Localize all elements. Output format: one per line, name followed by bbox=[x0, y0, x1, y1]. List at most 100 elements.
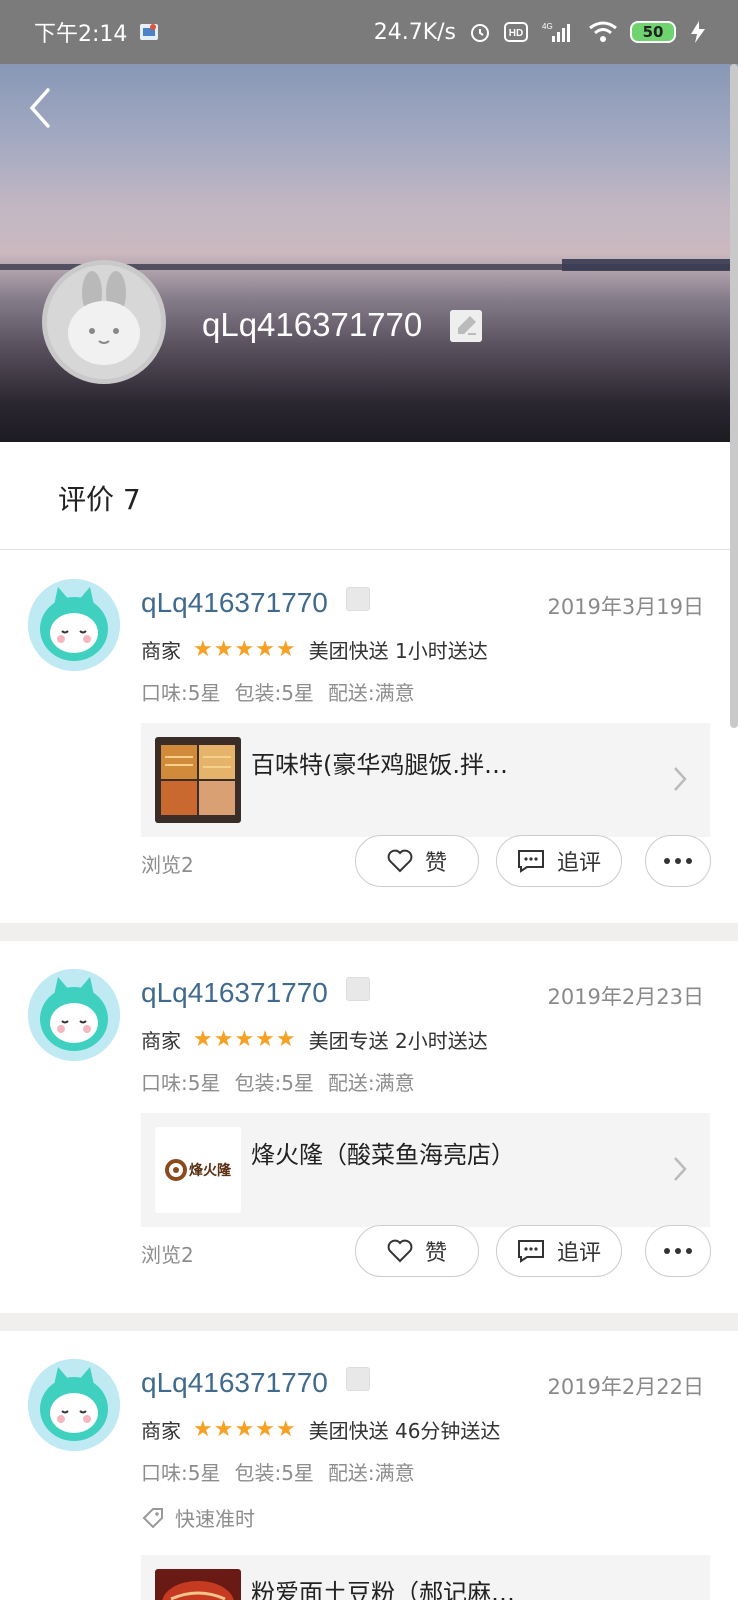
score-delivery: 配送:满意 bbox=[327, 1461, 415, 1485]
score-packaging: 包装:5星 bbox=[234, 1461, 314, 1485]
tag-label: 快速准时 bbox=[175, 1507, 255, 1531]
review-card: qLq416371770 2019年3月19日 商家 ★★★★★ 美团快送 1小… bbox=[0, 551, 738, 923]
reviewer-avatar[interactable] bbox=[28, 969, 120, 1061]
review-date: 2019年3月19日 bbox=[547, 595, 704, 619]
signal-4g-icon: 4G bbox=[540, 20, 576, 44]
like-button[interactable]: 赞 bbox=[355, 1225, 479, 1277]
edit-icon bbox=[346, 1367, 370, 1391]
comment-icon bbox=[517, 1240, 544, 1263]
delivery-info: 美团快送 1小时送达 bbox=[308, 639, 488, 663]
battery-indicator: 50 bbox=[630, 21, 676, 43]
star-rating: ★★★★★ bbox=[193, 1417, 297, 1442]
merchant-label: 商家 bbox=[141, 639, 181, 663]
review-card: qLq416371770 2019年2月22日 商家 ★★★★★ 美团快送 46… bbox=[0, 1331, 738, 1600]
reviewer-avatar[interactable] bbox=[28, 579, 120, 671]
review-date: 2019年2月23日 bbox=[547, 985, 704, 1009]
profile-username: qLq416371770 bbox=[202, 306, 423, 343]
network-speed: 24.7K/s bbox=[373, 19, 456, 45]
app-notification-icon bbox=[139, 22, 159, 42]
review-card: qLq416371770 2019年2月23日 商家 ★★★★★ 美团专送 2小… bbox=[0, 941, 738, 1313]
score-delivery: 配送:满意 bbox=[327, 681, 415, 705]
like-label: 赞 bbox=[424, 1241, 447, 1266]
view-count: 浏览2 bbox=[141, 853, 194, 877]
shop-card[interactable]: 烽火隆 烽火隆（酸菜鱼海亮店） bbox=[141, 1113, 710, 1227]
followup-label: 追评 bbox=[556, 851, 601, 876]
back-button[interactable] bbox=[24, 84, 64, 132]
reviews-count-title: 评价 7 bbox=[58, 483, 141, 516]
comment-icon bbox=[517, 850, 544, 873]
star-rating: ★★★★★ bbox=[193, 637, 297, 662]
score-packaging: 包装:5星 bbox=[234, 1071, 314, 1095]
alarm-icon bbox=[468, 20, 492, 44]
reviewer-name[interactable]: qLq416371770 bbox=[141, 977, 328, 1009]
score-row: 口味:5星 包装:5星 配送:满意 bbox=[141, 1067, 415, 1096]
followup-button[interactable]: 追评 bbox=[496, 1225, 622, 1277]
followup-button[interactable]: 追评 bbox=[496, 835, 622, 887]
food-box-icon bbox=[155, 737, 241, 823]
hero-pier bbox=[562, 259, 738, 271]
heart-icon bbox=[387, 1239, 413, 1263]
heart-icon bbox=[387, 849, 413, 873]
delivery-info: 美团专送 2小时送达 bbox=[308, 1029, 488, 1053]
shop-logo-text: 烽火隆 bbox=[189, 1163, 231, 1179]
score-delivery: 配送:满意 bbox=[327, 1071, 415, 1095]
chevron-right-icon bbox=[674, 767, 687, 791]
merchant-rating-row: 商家 ★★★★★ 美团专送 2小时送达 bbox=[141, 1025, 488, 1054]
noodle-bowl-icon bbox=[155, 1569, 241, 1600]
more-button[interactable] bbox=[645, 1225, 711, 1277]
shop-name: 烽火隆（酸菜鱼海亮店） bbox=[251, 1141, 515, 1169]
profile-header: qLq416371770 bbox=[0, 64, 738, 442]
reviewer-avatar[interactable] bbox=[28, 1359, 120, 1451]
reviewer-name[interactable]: qLq416371770 bbox=[141, 587, 328, 619]
score-packaging: 包装:5星 bbox=[234, 681, 314, 705]
card-divider bbox=[0, 1313, 738, 1331]
merchant-rating-row: 商家 ★★★★★ 美团快送 1小时送达 bbox=[141, 635, 488, 664]
like-button[interactable]: 赞 bbox=[355, 835, 479, 887]
shop-thumbnail: 烽火隆 bbox=[155, 1127, 241, 1213]
shop-thumbnail bbox=[155, 737, 241, 823]
view-count: 浏览2 bbox=[141, 1243, 194, 1267]
mascot-avatar-icon bbox=[28, 969, 120, 1061]
review-tag: 快速准时 bbox=[141, 1503, 255, 1532]
shop-name: 百味特(豪华鸡腿饭.拌… bbox=[251, 751, 508, 779]
score-row: 口味:5星 包装:5星 配送:满意 bbox=[141, 1457, 415, 1486]
merchant-rating-row: 商家 ★★★★★ 美团快送 46分钟送达 bbox=[141, 1415, 500, 1444]
mascot-avatar-icon bbox=[28, 579, 120, 671]
reviews-header: 评价 7 bbox=[0, 442, 738, 550]
svg-text:4G: 4G bbox=[542, 22, 553, 31]
status-bar: 下午2:14 24.7K/s HD 4G 50 bbox=[0, 0, 738, 64]
svg-text:HD: HD bbox=[509, 28, 523, 39]
charging-icon bbox=[688, 20, 708, 44]
mascot-avatar-icon bbox=[28, 1359, 120, 1451]
scrollbar[interactable] bbox=[730, 64, 738, 728]
edit-icon[interactable] bbox=[450, 310, 482, 342]
score-taste: 口味:5星 bbox=[141, 1071, 221, 1095]
star-rating: ★★★★★ bbox=[193, 1027, 297, 1052]
status-time: 下午2:14 bbox=[34, 22, 128, 47]
flame-logo-icon bbox=[165, 1159, 187, 1181]
review-date: 2019年2月22日 bbox=[547, 1375, 704, 1399]
card-divider bbox=[0, 923, 738, 941]
tag-icon bbox=[142, 1507, 163, 1528]
profile-avatar[interactable] bbox=[42, 260, 166, 384]
edit-icon bbox=[346, 587, 370, 611]
more-icon bbox=[664, 858, 692, 864]
score-taste: 口味:5星 bbox=[141, 681, 221, 705]
more-button[interactable] bbox=[645, 835, 711, 887]
like-label: 赞 bbox=[424, 851, 447, 876]
shop-card[interactable]: 百味特(豪华鸡腿饭.拌… bbox=[141, 723, 710, 837]
chevron-right-icon bbox=[674, 1157, 687, 1181]
bunny-avatar-icon bbox=[47, 265, 161, 379]
chevron-left-icon bbox=[29, 88, 50, 128]
shop-name: 粉爱面土豆粉（郝记麻… bbox=[251, 1579, 515, 1600]
delivery-info: 美团快送 46分钟送达 bbox=[308, 1419, 501, 1443]
more-icon bbox=[664, 1248, 692, 1254]
reviewer-name[interactable]: qLq416371770 bbox=[141, 1367, 328, 1399]
merchant-label: 商家 bbox=[141, 1029, 181, 1053]
shop-card[interactable]: 粉爱面土豆粉（郝记麻… bbox=[141, 1555, 710, 1600]
edit-icon bbox=[346, 977, 370, 1001]
score-row: 口味:5星 包装:5星 配送:满意 bbox=[141, 677, 415, 706]
hd-icon: HD bbox=[504, 21, 528, 43]
shop-thumbnail bbox=[155, 1569, 241, 1600]
wifi-icon bbox=[588, 20, 618, 44]
